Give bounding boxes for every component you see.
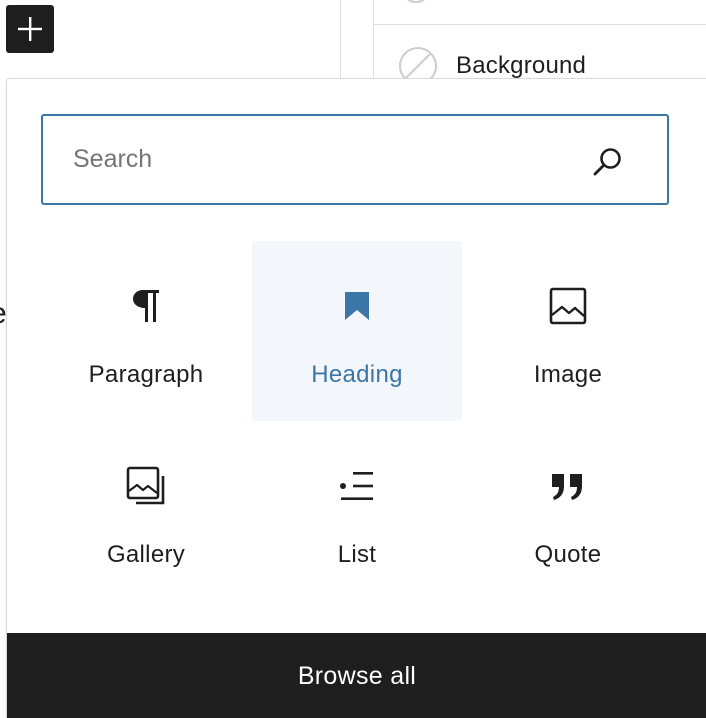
search-input[interactable] <box>43 116 583 203</box>
block-label: Heading <box>311 361 403 388</box>
block-gallery[interactable]: Gallery <box>41 421 251 601</box>
image-icon <box>547 285 589 327</box>
block-list[interactable]: List <box>252 421 462 601</box>
quick-inserter-popover: Paragraph Heading Image <box>6 78 706 718</box>
gallery-icon <box>125 465 167 507</box>
paragraph-icon <box>125 285 167 327</box>
sidebar-row-divider <box>373 24 706 25</box>
browse-all-button[interactable]: Browse all <box>7 633 706 718</box>
editor-canvas: Background t e l Paragraph <box>0 0 706 718</box>
plus-icon <box>18 17 42 41</box>
search-field[interactable] <box>41 114 669 205</box>
block-label: List <box>337 541 377 568</box>
block-quote[interactable]: Quote <box>463 421 673 601</box>
block-heading[interactable]: Heading <box>252 241 462 421</box>
block-label: Image <box>533 361 603 388</box>
search-icon[interactable] <box>591 145 625 179</box>
block-image[interactable]: Image <box>463 241 673 421</box>
block-label: Quote <box>534 541 602 568</box>
color-swatch-icon[interactable] <box>400 0 432 4</box>
list-icon <box>336 465 378 507</box>
block-label: Gallery <box>106 541 186 568</box>
sidebar-divider <box>373 0 374 80</box>
block-paragraph[interactable]: Paragraph <box>41 241 251 421</box>
heading-icon <box>336 285 378 327</box>
block-list: Paragraph Heading Image Gallery List Quo… <box>41 241 673 601</box>
block-label: Paragraph <box>88 361 204 388</box>
quote-icon <box>547 465 589 507</box>
add-block-button[interactable] <box>6 5 54 53</box>
background-label: Background <box>456 52 587 79</box>
editor-divider <box>340 0 341 80</box>
